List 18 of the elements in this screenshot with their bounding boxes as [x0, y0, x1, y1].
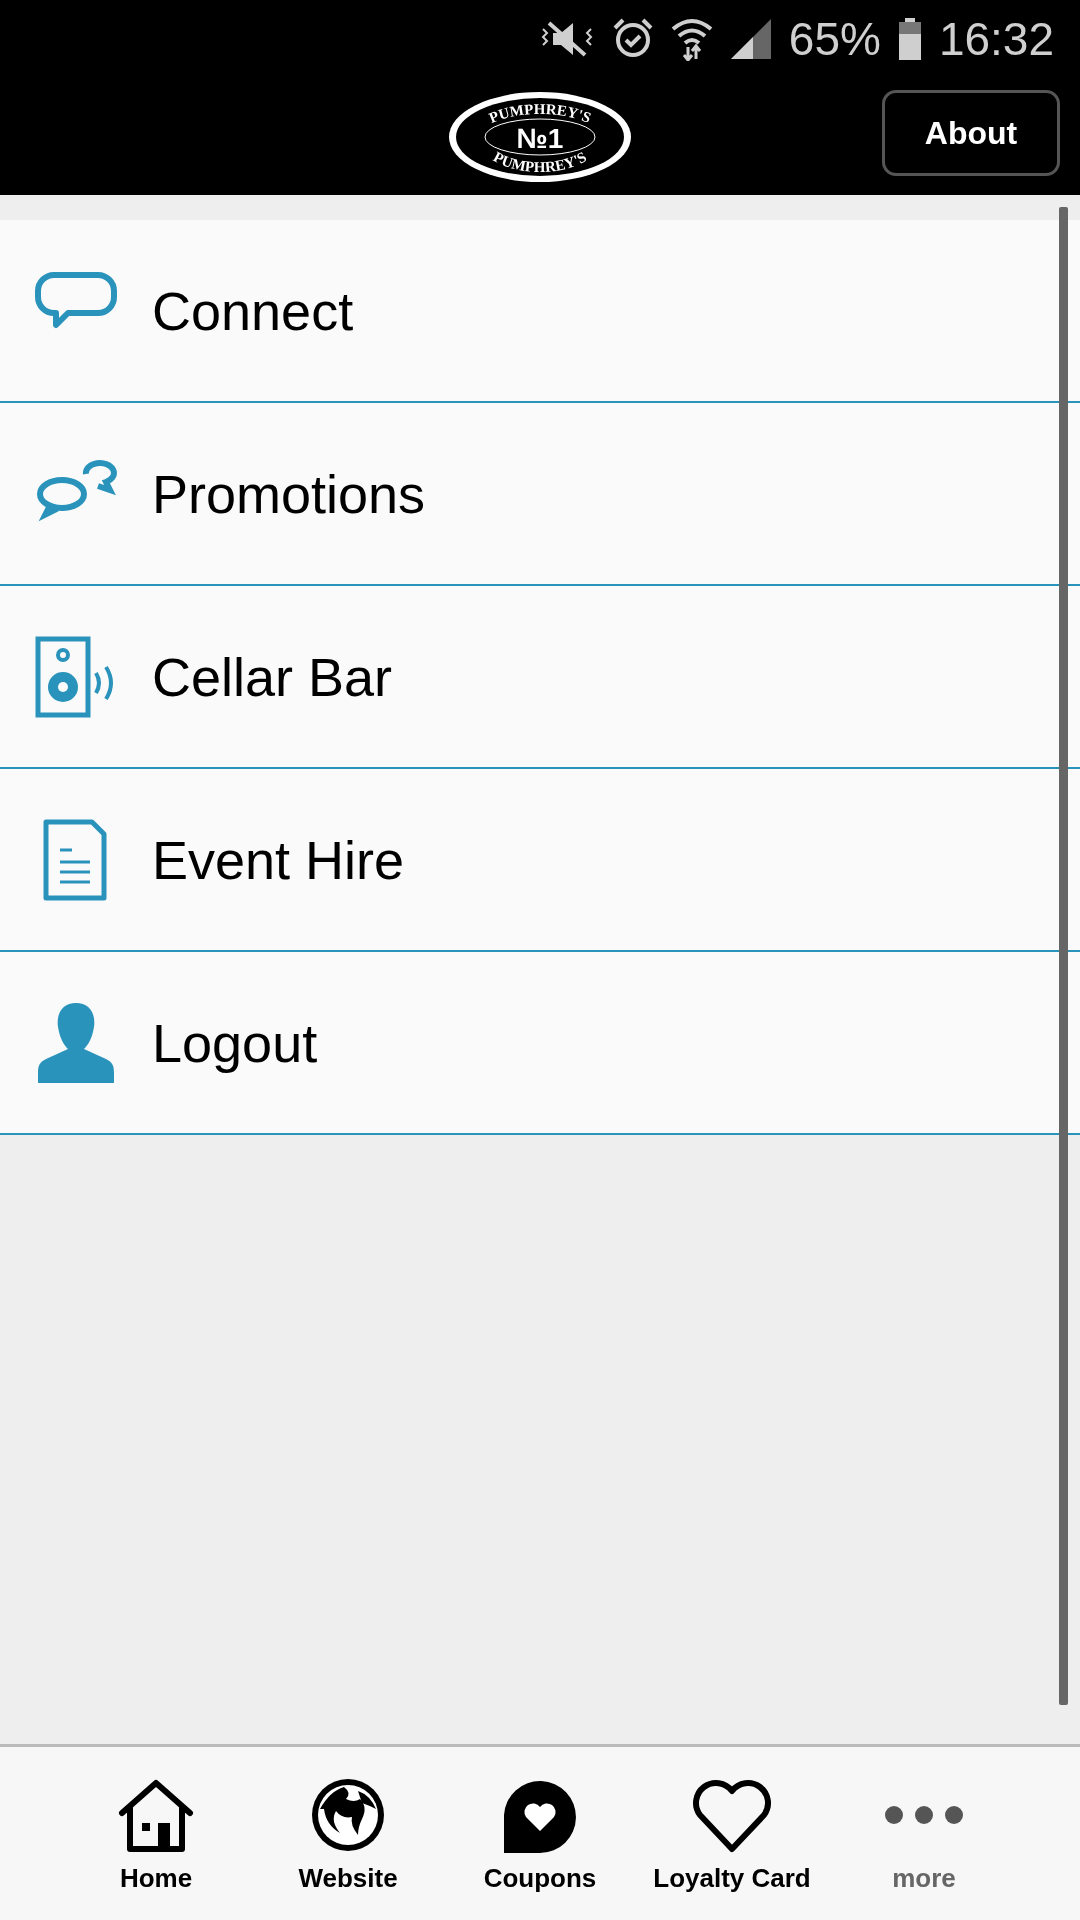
menu-item[interactable]: Connect	[0, 220, 1080, 403]
tab-bar-item[interactable]: Loyalty Card	[636, 1773, 828, 1894]
wifi-icon	[670, 17, 713, 61]
battery-icon	[898, 18, 921, 60]
menu-item[interactable]: Cellar Bar	[0, 586, 1080, 769]
alarm-icon	[612, 18, 653, 60]
clock-time: 16:32	[938, 12, 1054, 66]
tab-bar-item[interactable]: Home	[60, 1773, 252, 1894]
battery-percentage: 65%	[788, 12, 881, 66]
tab-bar-item[interactable]: more	[828, 1773, 1020, 1894]
tab-bar-item[interactable]: Coupons	[444, 1773, 636, 1894]
menu-item[interactable]: Logout	[0, 952, 1080, 1135]
menu-item[interactable]: Promotions	[0, 403, 1080, 586]
tab-bar-item[interactable]: Website	[252, 1773, 444, 1894]
about-button[interactable]: About	[882, 90, 1060, 176]
menu-item[interactable]: Event Hire	[0, 769, 1080, 952]
more-icon	[882, 1805, 966, 1825]
signal-icon	[730, 19, 771, 59]
